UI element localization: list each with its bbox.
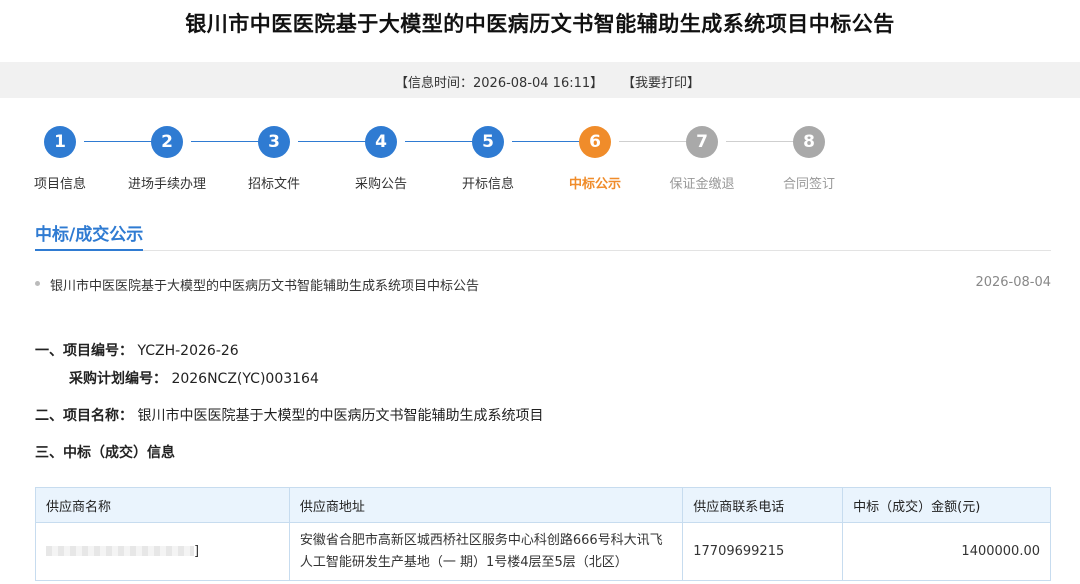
step-5-number[interactable]: 5 bbox=[472, 126, 504, 158]
step-connector bbox=[512, 141, 584, 142]
tab-award-notice[interactable]: 中标/成交公示 bbox=[35, 220, 143, 245]
project-number-label: 一、项目编号： bbox=[35, 343, 133, 359]
bullet-icon bbox=[35, 281, 40, 286]
step-connector bbox=[191, 141, 263, 142]
redacted-supplier-name bbox=[46, 546, 194, 556]
plan-number-value: 2026NCZ(YC)003164 bbox=[171, 371, 319, 387]
table-header-row: 供应商名称 供应商地址 供应商联系电话 中标（成交）金额(元) bbox=[35, 487, 1051, 523]
step-connector bbox=[619, 141, 691, 142]
cell-supplier-name: ] bbox=[35, 522, 290, 581]
step-3-number[interactable]: 3 bbox=[258, 126, 290, 158]
step-6-label[interactable]: 中标公示 bbox=[540, 173, 650, 192]
step-8-label[interactable]: 合同签订 bbox=[754, 173, 864, 192]
step-connector bbox=[726, 141, 798, 142]
step-6-number[interactable]: 6 bbox=[579, 126, 611, 158]
project-number-line: 一、项目编号： YCZH-2026-26 bbox=[35, 340, 239, 360]
project-name-label: 二、项目名称： bbox=[35, 408, 133, 424]
winner-heading: 三、中标（成交）信息 bbox=[35, 442, 175, 462]
step-5-label[interactable]: 开标信息 bbox=[433, 173, 543, 192]
header-supplier-address: 供应商地址 bbox=[288, 487, 684, 523]
project-name-value: 银川市中医医院基于大模型的中医病历文书智能辅助生成系统项目 bbox=[137, 408, 544, 424]
supplier-name-suffix: ] bbox=[194, 543, 200, 559]
step-1-number[interactable]: 1 bbox=[44, 126, 76, 158]
page-title: 银川市中医医院基于大模型的中医病历文书智能辅助生成系统项目中标公告 bbox=[185, 12, 895, 36]
table-row: ] 安徽省合肥市高新区城西桥社区服务中心科创路666号科大讯飞人工智能研发生产基… bbox=[35, 522, 1051, 581]
plan-number-line: 采购计划编号： 2026NCZ(YC)003164 bbox=[69, 368, 319, 388]
notice-title-link[interactable]: 银川市中医医院基于大模型的中医病历文书智能辅助生成系统项目中标公告 bbox=[50, 275, 479, 294]
winner-heading-text: 三、中标（成交）信息 bbox=[35, 445, 175, 461]
winning-bid-table: 供应商名称 供应商地址 供应商联系电话 中标（成交）金额(元) ] 安徽省合肥市… bbox=[35, 487, 1051, 581]
tab-active-underline bbox=[35, 249, 143, 251]
tab-divider bbox=[35, 250, 1051, 251]
progress-steps: 1 2 3 4 5 6 7 8 项目信息 进场手续办理 招标文件 采购公告 开标… bbox=[0, 124, 1080, 194]
step-4-label[interactable]: 采购公告 bbox=[326, 173, 436, 192]
header-supplier-phone: 供应商联系电话 bbox=[682, 487, 844, 523]
notice-date: 2026-08-04 bbox=[975, 275, 1051, 290]
step-8-number[interactable]: 8 bbox=[793, 126, 825, 158]
print-link[interactable]: 【我要打印】 bbox=[622, 72, 700, 91]
info-time: 【信息时间：2026-08-04 16:11】 bbox=[395, 76, 604, 91]
header-supplier-name: 供应商名称 bbox=[35, 487, 290, 523]
project-name-line: 二、项目名称： 银川市中医医院基于大模型的中医病历文书智能辅助生成系统项目 bbox=[35, 405, 543, 425]
cell-supplier-phone: 17709699215 bbox=[682, 522, 844, 581]
step-7-label[interactable]: 保证金缴退 bbox=[647, 173, 757, 192]
cell-bid-amount: 1400000.00 bbox=[842, 522, 1051, 581]
header-bid-amount: 中标（成交）金额(元) bbox=[842, 487, 1051, 523]
step-connector bbox=[298, 141, 370, 142]
step-connector bbox=[405, 141, 477, 142]
info-bar: 【信息时间：2026-08-04 16:11】 【我要打印】 bbox=[0, 62, 1080, 98]
step-1-label[interactable]: 项目信息 bbox=[5, 173, 115, 192]
step-2-label[interactable]: 进场手续办理 bbox=[112, 173, 222, 192]
step-2-number[interactable]: 2 bbox=[151, 126, 183, 158]
project-number-value: YCZH-2026-26 bbox=[137, 343, 239, 359]
step-connector bbox=[84, 141, 156, 142]
step-3-label[interactable]: 招标文件 bbox=[219, 173, 329, 192]
plan-number-label: 采购计划编号： bbox=[69, 371, 167, 387]
cell-supplier-address: 安徽省合肥市高新区城西桥社区服务中心科创路666号科大讯飞人工智能研发生产基地（… bbox=[288, 522, 684, 581]
step-4-number[interactable]: 4 bbox=[365, 126, 397, 158]
step-7-number[interactable]: 7 bbox=[686, 126, 718, 158]
